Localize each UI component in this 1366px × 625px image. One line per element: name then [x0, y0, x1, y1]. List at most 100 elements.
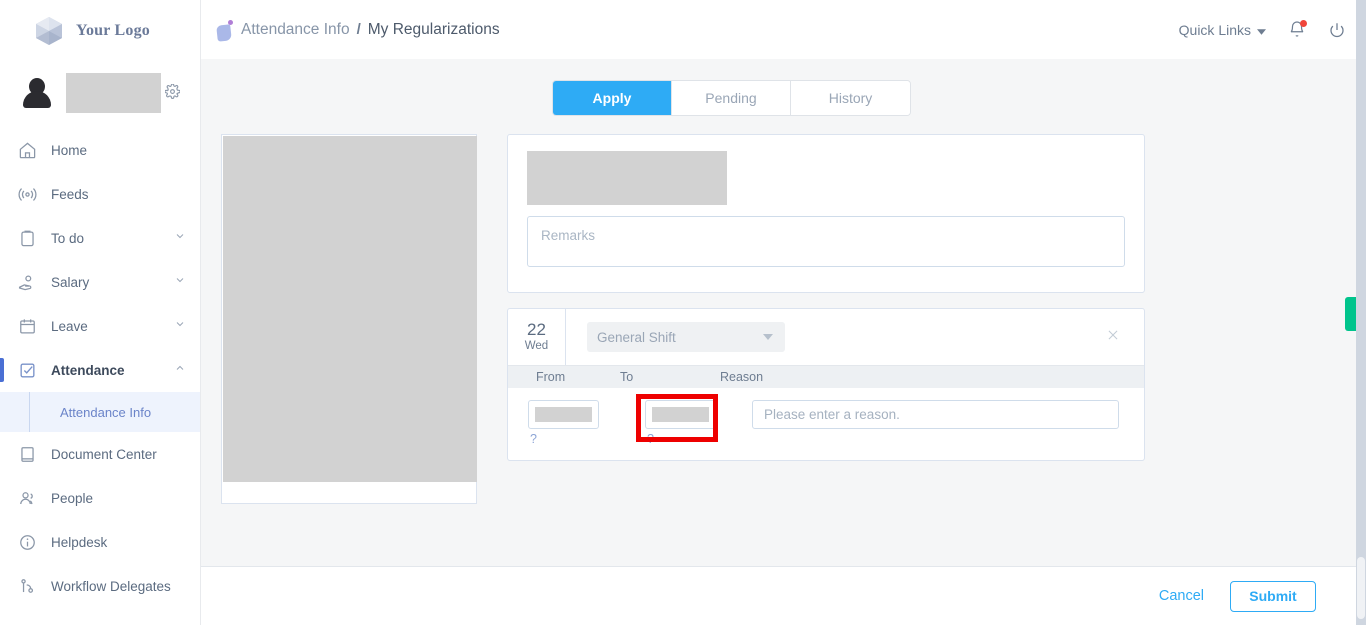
regularization-entry-card: 22 Wed General Shift From To Reason ? ? …	[507, 308, 1145, 461]
breadcrumb-parent[interactable]: Attendance Info	[241, 21, 350, 39]
page-marker-icon	[215, 18, 235, 42]
to-time-input[interactable]	[645, 400, 716, 429]
from-time-cell: ?	[508, 400, 620, 446]
column-header-reason: Reason	[720, 370, 764, 384]
entry-column-headers: From To Reason	[508, 365, 1144, 388]
sidebar-item-label: Attendance	[51, 362, 125, 378]
sidebar-item-salary[interactable]: Salary	[0, 260, 200, 304]
entry-date-day: Wed	[524, 340, 549, 352]
sidebar: Your Logo Home Feeds To do Salary Leave …	[0, 0, 201, 625]
sidebar-item-people[interactable]: People	[0, 476, 200, 520]
home-icon	[18, 141, 37, 160]
column-header-to: To	[620, 370, 634, 384]
close-icon[interactable]	[1106, 328, 1120, 342]
salary-icon	[18, 273, 37, 292]
entry-header-row: 22 Wed General Shift	[508, 309, 1144, 365]
top-bar-actions: Quick Links	[1179, 19, 1346, 40]
sidebar-item-leave[interactable]: Leave	[0, 304, 200, 348]
chevron-down-icon	[763, 334, 773, 340]
sidebar-item-todo[interactable]: To do	[0, 216, 200, 260]
sidebar-nav: Home Feeds To do Salary Leave Attendance…	[0, 128, 200, 608]
notification-dot	[1300, 19, 1307, 27]
chevron-down-icon	[1257, 22, 1266, 38]
tab-label: Pending	[705, 90, 757, 106]
shift-value: General Shift	[597, 329, 676, 345]
gear-icon[interactable]	[164, 83, 181, 99]
logo-icon	[32, 14, 66, 48]
power-icon[interactable]	[1328, 21, 1346, 39]
book-icon	[18, 445, 37, 464]
tab-label: History	[828, 90, 873, 106]
sidebar-item-feeds[interactable]: Feeds	[0, 172, 200, 216]
page-scrollbar[interactable]	[1356, 0, 1366, 625]
sidebar-item-label: Salary	[51, 274, 90, 290]
shift-dropdown[interactable]: General Shift	[587, 322, 785, 352]
tab-pending[interactable]: Pending	[672, 81, 791, 115]
tab-apply[interactable]: Apply	[553, 81, 672, 115]
sidebar-item-home[interactable]: Home	[0, 128, 200, 172]
scrollbar-thumb[interactable]	[1357, 557, 1365, 619]
workflow-icon	[18, 577, 37, 596]
feeds-icon	[18, 185, 37, 204]
sidebar-item-label: To do	[51, 230, 85, 246]
main-area: Attendance Info / My Regularizations Qui…	[201, 0, 1366, 625]
bell-icon[interactable]	[1288, 19, 1307, 40]
left-info-panel	[221, 134, 477, 504]
redacted-field-block	[527, 151, 727, 205]
profile[interactable]	[0, 62, 200, 122]
avatar	[22, 76, 52, 108]
form-column: 22 Wed General Shift	[507, 134, 1145, 461]
redacted-time-value	[652, 407, 709, 422]
sidebar-item-workflow-delegates[interactable]: Workflow Delegates	[0, 564, 200, 608]
clipboard-icon	[18, 229, 37, 248]
tab-label: Apply	[592, 90, 632, 106]
entry-date: 22 Wed	[508, 309, 566, 365]
submit-button[interactable]: Submit	[1230, 580, 1316, 612]
from-time-input[interactable]	[528, 400, 599, 429]
info-icon	[18, 533, 37, 552]
reason-input[interactable]	[752, 400, 1119, 429]
content-area: Apply Pending History Remarks 22 Wed Gen…	[201, 59, 1366, 625]
action-footer: Cancel Submit	[201, 566, 1366, 625]
redacted-time-value	[535, 407, 592, 422]
checkbox-icon	[18, 361, 37, 380]
quick-links-label: Quick Links	[1178, 21, 1251, 38]
chevron-down-icon	[174, 229, 186, 247]
chevron-down-icon	[174, 273, 186, 291]
sidebar-item-attendance[interactable]: Attendance	[0, 348, 200, 392]
redacted-profile-name	[66, 73, 161, 113]
entry-input-row: ? ?	[508, 388, 1144, 460]
app-root: Your Logo Home Feeds To do Salary Leave …	[0, 0, 1366, 625]
to-time-hint: ?	[647, 432, 654, 446]
sidebar-item-helpdesk[interactable]: Helpdesk	[0, 520, 200, 564]
tab-bar: Apply Pending History	[552, 80, 911, 116]
quick-links-dropdown[interactable]: Quick Links	[1179, 22, 1266, 38]
sidebar-item-label: People	[51, 490, 94, 506]
logo-text: Your Logo	[76, 22, 150, 39]
sidebar-subitem-attendance-info[interactable]: Attendance Info	[0, 392, 200, 432]
sidebar-subitem-label: Attendance Info	[60, 404, 152, 420]
entry-date-number: 22	[527, 320, 546, 339]
sidebar-item-label: Helpdesk	[51, 534, 108, 550]
breadcrumb-current: My Regularizations	[367, 20, 500, 38]
remarks-input[interactable]	[527, 216, 1125, 267]
sidebar-item-document-center[interactable]: Document Center	[0, 432, 200, 476]
logo[interactable]: Your Logo	[0, 0, 200, 62]
cancel-button[interactable]: Cancel	[1159, 588, 1204, 604]
sidebar-item-label: Feeds	[51, 186, 89, 202]
remarks-card	[507, 134, 1145, 293]
redacted-panel-content	[223, 136, 477, 482]
sidebar-item-label: Workflow Delegates	[51, 578, 171, 594]
chevron-up-icon	[174, 361, 186, 379]
sidebar-item-label: Document Center	[51, 446, 157, 462]
calendar-icon	[18, 317, 37, 336]
column-header-from: From	[536, 370, 566, 384]
people-icon	[18, 489, 37, 508]
sidebar-item-label: Home	[51, 142, 88, 158]
to-time-cell: ?	[620, 400, 743, 446]
sidebar-item-label: Leave	[51, 318, 88, 334]
breadcrumb-separator: /	[356, 21, 361, 38]
top-bar: Attendance Info / My Regularizations Qui…	[201, 0, 1366, 59]
tab-history[interactable]: History	[791, 81, 910, 115]
chevron-down-icon	[174, 317, 186, 335]
